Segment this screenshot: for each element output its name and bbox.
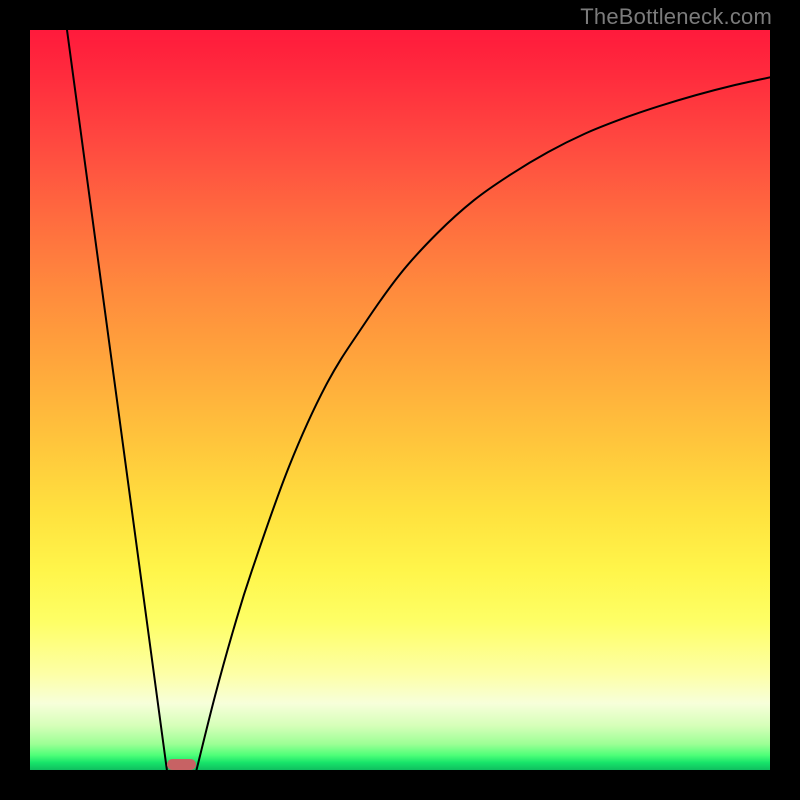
bottleneck-curve — [30, 30, 770, 770]
watermark-text: TheBottleneck.com — [580, 4, 772, 30]
optimum-marker — [167, 759, 197, 770]
curve-right-segment — [197, 77, 771, 770]
plot-area — [30, 30, 770, 770]
chart-frame: TheBottleneck.com — [0, 0, 800, 800]
curve-left-segment — [67, 30, 167, 770]
